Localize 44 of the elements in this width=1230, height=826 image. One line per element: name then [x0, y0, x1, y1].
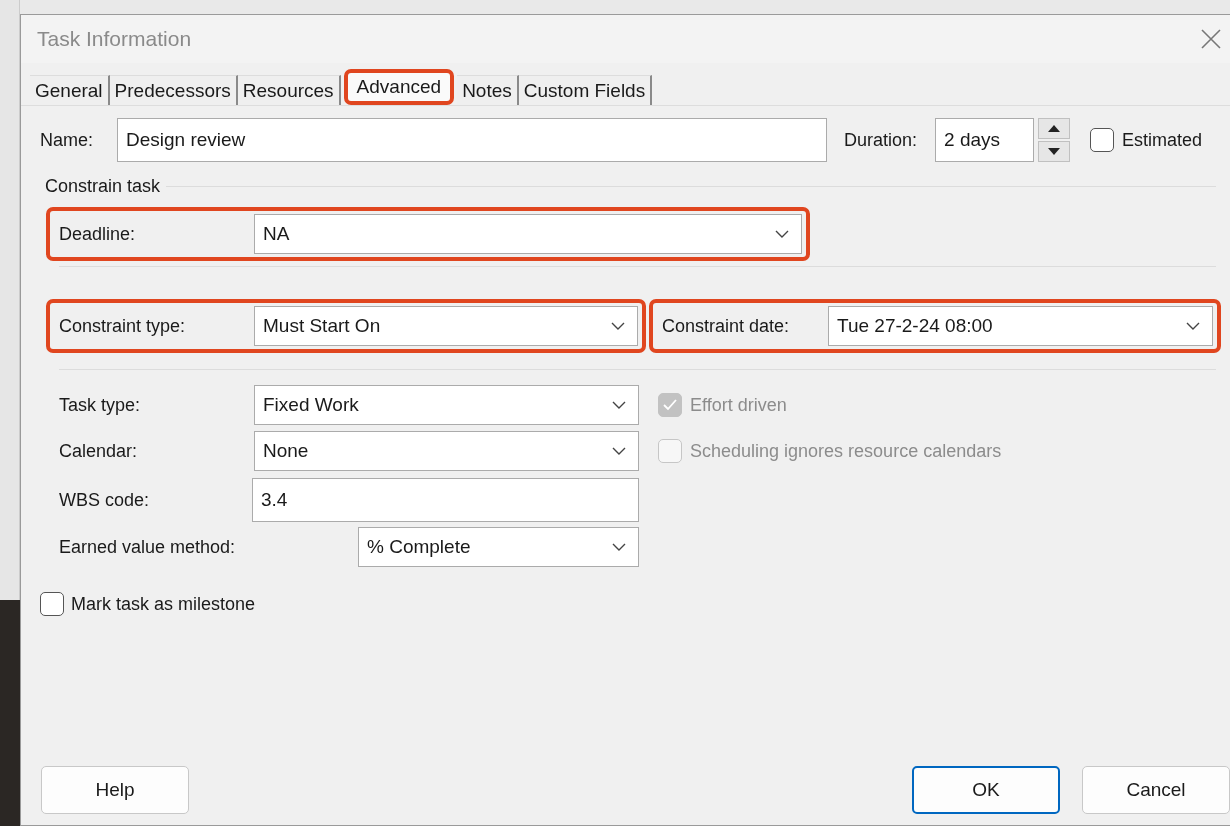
field-label: Name: — [40, 129, 94, 151]
field-label: Constraint type: — [59, 315, 187, 337]
close-icon[interactable] — [1200, 28, 1222, 50]
checkbox[interactable] — [1090, 128, 1115, 152]
checkbox-label: Mark task as milestone — [71, 593, 256, 615]
checkbox-label: Effort driven — [690, 394, 787, 416]
tab[interactable]: Notes — [457, 75, 519, 105]
chevron-down-icon — [1186, 321, 1200, 331]
dialog-button[interactable]: OK — [912, 766, 1060, 814]
chevron-down-icon — [612, 542, 626, 552]
chevron-down-icon — [611, 321, 625, 331]
field-label: Calendar: — [59, 440, 139, 462]
field-label: WBS code: — [59, 489, 151, 511]
field-label: Deadline: — [59, 223, 137, 245]
check-icon — [662, 398, 678, 412]
chevron-down-icon — [612, 400, 626, 410]
checkbox-label: Estimated — [1122, 129, 1203, 151]
dialog-button[interactable]: Cancel — [1082, 766, 1230, 814]
duration-field[interactable]: 2 days — [935, 118, 1035, 162]
tab[interactable]: Resources — [237, 75, 341, 105]
dialog-button[interactable]: Help — [41, 766, 189, 814]
dropdown[interactable]: % Complete — [358, 527, 639, 567]
field-label: Duration: — [844, 129, 918, 151]
tab[interactable]: Advanced — [343, 69, 455, 105]
tab[interactable]: General — [30, 75, 110, 105]
dropdown[interactable]: Fixed Work — [254, 385, 639, 425]
chevron-down-icon — [612, 446, 626, 456]
field-label: Earned value method: — [59, 536, 237, 558]
dropdown[interactable]: Must Start On — [254, 306, 638, 346]
spinner[interactable] — [1038, 118, 1071, 162]
tab[interactable]: Custom Fields — [518, 75, 653, 105]
field-label: Constraint date: — [662, 315, 791, 337]
dropdown[interactable]: Tue 27-2-24 08:00 — [828, 306, 1213, 346]
chevron-down-icon — [775, 229, 789, 239]
checkbox-label: Scheduling ignores resource calendars — [690, 440, 1002, 462]
field-label: Task type: — [59, 394, 142, 416]
section-heading: Constrain task — [45, 176, 161, 197]
window-title: Task Information — [37, 27, 192, 51]
tab[interactable]: Predecessors — [109, 75, 238, 105]
dropdown[interactable]: None — [254, 431, 639, 471]
text-field[interactable]: 3.4 — [252, 478, 639, 522]
checkbox[interactable] — [40, 592, 64, 616]
name-field[interactable]: Design review — [117, 118, 827, 162]
dropdown[interactable]: NA — [254, 214, 802, 254]
